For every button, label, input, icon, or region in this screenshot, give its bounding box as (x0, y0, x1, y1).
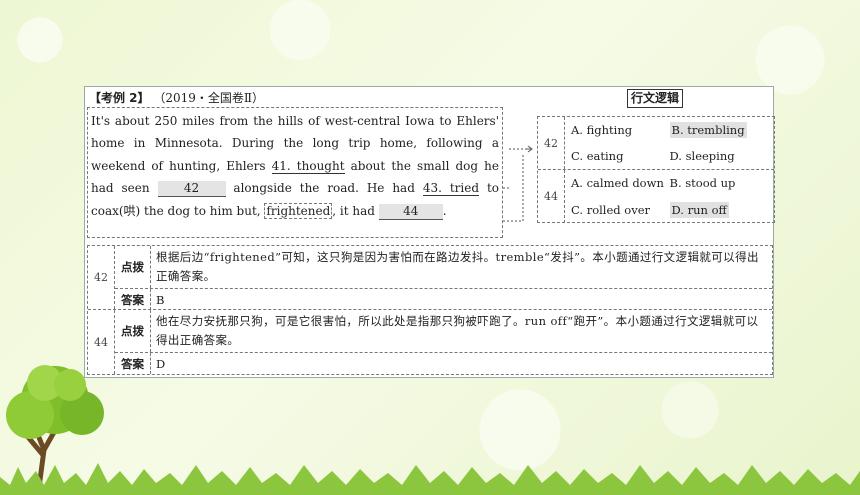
example-label: 【考例 2】 (89, 91, 150, 105)
option-b: B. stood up (669, 176, 736, 191)
option-a: A. calmed down (571, 176, 664, 191)
hint-label: 点拨 (115, 246, 151, 288)
passage: It's about 250 miles from the hills of w… (87, 107, 503, 238)
example-header: 【考例 2】 （2019・全国卷Ⅱ） (89, 89, 264, 106)
answer-label: 答案 (115, 289, 151, 310)
answer-text: D (156, 357, 166, 371)
hint-label: 点拨 (115, 310, 151, 352)
question-num: 42 (88, 246, 115, 309)
answer-41: 41. thought (271, 158, 345, 174)
option-b: B. trembling (669, 122, 747, 138)
blank-44: 44 (378, 203, 443, 220)
option-a: A. fighting (571, 123, 633, 137)
option-d: D. sleeping (669, 149, 735, 163)
grass-illustration (0, 463, 860, 495)
explanation-group-44: 44 点拨 他在尽力安抚那只狗，可是它很害怕，所以此处是指那只狗被吓跑了。run… (88, 310, 772, 374)
example-source: （2019・全国卷Ⅱ） (153, 91, 265, 105)
passage-text: , it had (332, 203, 375, 218)
example-card: 【考例 2】 （2019・全国卷Ⅱ） 行文逻辑 It's about 250 m… (84, 86, 775, 378)
options-panel: 42 A. fighting B. trembling C. eating D.… (537, 116, 775, 223)
logic-tag: 行文逻辑 (627, 89, 684, 108)
answer-label: 答案 (115, 353, 151, 374)
explanation-group-42: 42 点拨 根据后边“frightened”可知，这只狗是因为害怕而在路边发抖。… (88, 246, 772, 310)
hint-text: 根据后边“frightened”可知，这只狗是因为害怕而在路边发抖。trembl… (156, 250, 759, 283)
options-num: 44 (538, 170, 565, 223)
answer-43: 43. tried (422, 181, 480, 197)
blank-42: 42 (157, 181, 226, 198)
connector-arrow (503, 145, 533, 222)
passage-text: . (442, 203, 447, 218)
options-row-44: 44 A. calmed down B. stood up C. rolled … (538, 170, 774, 223)
option-c: C. rolled over (571, 202, 651, 217)
options-num: 42 (538, 117, 565, 169)
passage-text: alongside the road. He had (233, 181, 415, 196)
explanation-table: 42 点拨 根据后边“frightened”可知，这只狗是因为害怕而在路边发抖。… (87, 245, 773, 375)
keyword-frightened: frightened (264, 202, 333, 219)
option-d: D. run off (669, 201, 729, 218)
answer-text: B (156, 293, 165, 307)
hint-text: 他在尽力安抚那只狗，可是它很害怕，所以此处是指那只狗被吓跑了。run off“跑… (156, 314, 759, 347)
option-c: C. eating (571, 149, 624, 163)
options-row-42: 42 A. fighting B. trembling C. eating D.… (538, 117, 774, 170)
